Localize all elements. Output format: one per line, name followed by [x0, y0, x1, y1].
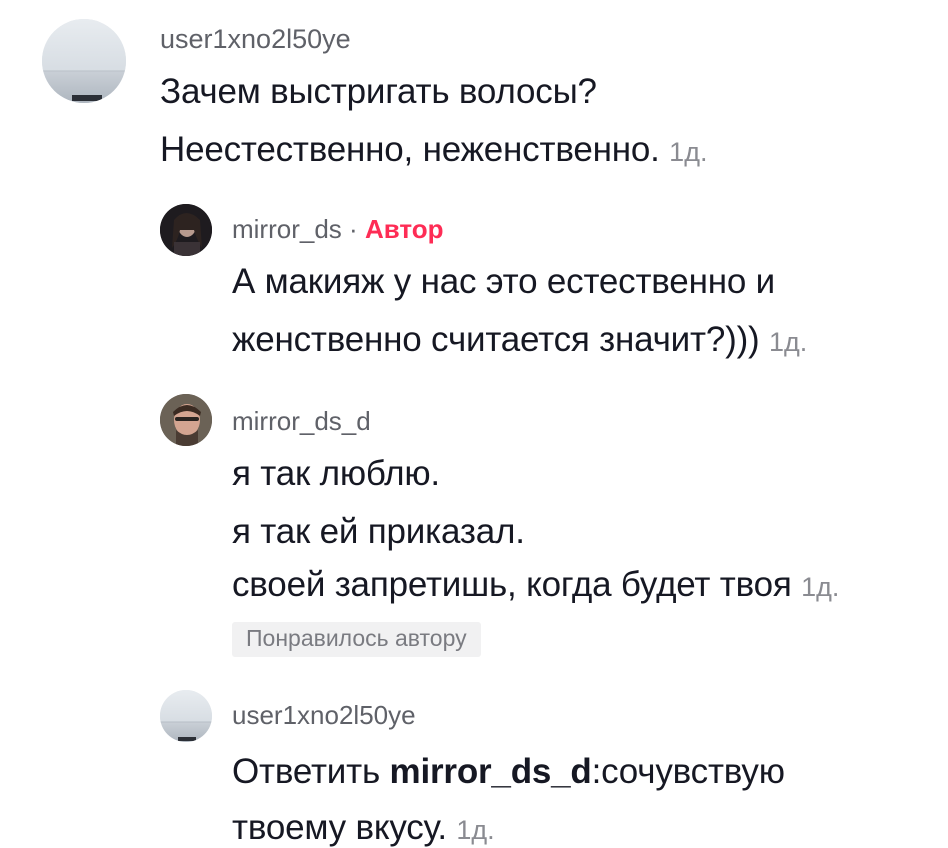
separator-dot: · — [349, 214, 358, 244]
avatar[interactable] — [42, 19, 126, 103]
avatar[interactable] — [160, 394, 212, 446]
avatar-image — [42, 19, 126, 103]
comment-text: твоему вкусу. — [232, 808, 447, 847]
comment-username[interactable]: user1xno2l50ye — [232, 700, 416, 731]
comment-username: mirror_ds · Автор — [232, 214, 444, 245]
comment-text-line: А макияж у нас это естественно и — [232, 262, 775, 302]
comment-text-line: Зачем выстригать волосы? — [160, 72, 597, 112]
liked-by-author-chip: Понравилось автору — [232, 622, 481, 657]
comment-text: я так ей приказал. — [232, 512, 525, 551]
avatar[interactable] — [160, 690, 212, 742]
comment-timestamp: 1д. — [456, 815, 495, 845]
comment-text: своей запретишь, когда будет твоя — [232, 565, 792, 604]
comment-text-line: женственно считается значит?))) 1д. — [232, 320, 807, 360]
mention-link[interactable]: mirror_ds_d — [390, 752, 592, 791]
comment-username[interactable]: user1xno2l50ye — [160, 24, 351, 55]
comment-text: я так люблю. — [232, 454, 440, 493]
comment-text: :сочувствую — [591, 752, 785, 791]
comment-timestamp: 1д. — [801, 572, 840, 602]
comment-timestamp: 1д. — [769, 327, 808, 357]
comment-text-line: я так люблю. — [232, 454, 440, 494]
comment-text-line: Неестественно, неженственно. 1д. — [160, 130, 707, 170]
reply-username[interactable]: mirror_ds — [232, 214, 342, 244]
avatar-image — [160, 204, 212, 256]
comment-text-line: я так ей приказал. — [232, 512, 525, 552]
avatar[interactable] — [160, 204, 212, 256]
comment-text: Неестественно, неженственно. — [160, 130, 660, 169]
comment-username[interactable]: mirror_ds_d — [232, 406, 371, 437]
comment-text-line: своей запретишь, когда будет твоя 1д. — [232, 565, 839, 605]
avatar-image — [160, 394, 212, 446]
comment-text: Зачем выстригать волосы? — [160, 72, 597, 111]
comment-text-line: твоему вкусу. 1д. — [232, 808, 495, 848]
reply-prefix: Ответить — [232, 752, 381, 791]
comment-timestamp: 1д. — [669, 137, 708, 167]
comment-text: женственно считается значит?))) — [232, 320, 760, 359]
comment-text-line: Ответить mirror_ds_d:сочувствую — [232, 752, 785, 792]
avatar-image — [160, 690, 212, 742]
comment-text: А макияж у нас это естественно и — [232, 262, 775, 301]
author-badge: Автор — [364, 214, 444, 244]
